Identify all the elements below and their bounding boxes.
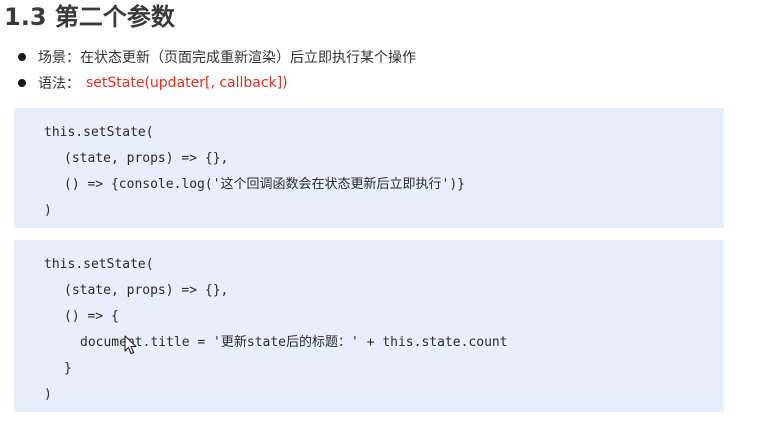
bullet-syntax-code: setState(updater[, callback])	[86, 75, 288, 91]
code-line: (state, props) => {},	[64, 283, 229, 298]
code-line: )	[44, 203, 52, 218]
code-line: (state, props) => {},	[64, 151, 229, 166]
bullet-syntax-label: 语法：	[38, 76, 80, 92]
code-line: }	[64, 361, 72, 376]
code-line: this.setState(	[44, 257, 154, 272]
code-line: () => {	[64, 309, 119, 324]
bullet-scenario: 场景：在状态更新（页面完成重新渲染）后立即执行某个操作	[18, 44, 416, 70]
code-line: () => {console.log('这个回调函数会在状态更新后立即执行')}	[64, 177, 466, 192]
code-block-2: this.setState( (state, props) => {}, () …	[14, 240, 724, 412]
code-line: this.setState(	[44, 125, 154, 140]
slide: 1.3 第二个参数 场景：在状态更新（页面完成重新渲染）后立即执行某个操作 语法…	[0, 0, 758, 435]
slide-title: 1.3 第二个参数	[4, 3, 175, 31]
bullet-scenario-text: 场景：在状态更新（页面完成重新渲染）后立即执行某个操作	[38, 50, 416, 66]
code-line: )	[44, 387, 52, 402]
code-line: document.title = '更新state后的标题：' + this.s…	[80, 335, 508, 350]
code-block-1: this.setState( (state, props) => {}, () …	[14, 108, 724, 228]
bullet-dot-icon	[18, 79, 26, 87]
bullet-dot-icon	[18, 53, 26, 61]
bullet-syntax: 语法： setState(updater[, callback])	[18, 70, 416, 96]
bullet-list: 场景：在状态更新（页面完成重新渲染）后立即执行某个操作 语法： setState…	[18, 44, 416, 96]
